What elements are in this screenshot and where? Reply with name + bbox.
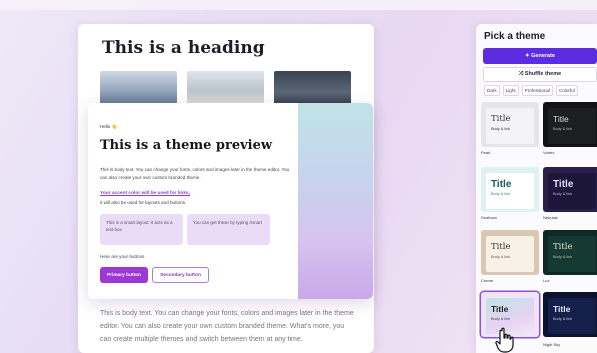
theme-tile-pearl[interactable]: Title Body & link [481, 102, 539, 147]
tile-title: Title [553, 242, 573, 252]
mountain-image [100, 71, 177, 107]
tile-subtitle: Body & link [491, 127, 510, 131]
theme-preview-card: Hello 👋 This is a theme preview This is … [88, 103, 373, 299]
smart-layout-box: You can get these by typing /smart [187, 214, 270, 245]
hello-text: Hello 👋 [100, 124, 118, 129]
theme-tile-night-sky[interactable]: Title Body & link [543, 292, 597, 337]
theme-label-creme: Creme [481, 278, 494, 283]
tab-colorful[interactable]: Colorful [555, 85, 578, 96]
tile-subtitle: Body & link [553, 127, 572, 131]
accent-link[interactable]: Your accent color will be used for links… [100, 191, 190, 196]
tile-subtitle: Body & link [491, 192, 510, 196]
secondary-button[interactable]: Secondary button [152, 267, 209, 283]
tile-subtitle: Body & link [553, 317, 572, 321]
theme-label-vortex: Vortex [543, 150, 555, 155]
tile-subtitle: Body & link [491, 255, 510, 259]
preview-heading: This is a heading [102, 38, 265, 58]
top-bar [0, 0, 597, 10]
hand-cursor-icon [495, 327, 514, 353]
buttons-note: Here are your buttons [100, 254, 145, 259]
theme-label-seafoam: Seafoam [481, 215, 498, 220]
theme-filter-tabs: Dark Light Professional Colorful [484, 85, 578, 96]
theme-tile-seafoam[interactable]: Title Body & link [481, 167, 539, 212]
landscape-image [187, 71, 264, 107]
primary-button[interactable]: Primary button [100, 267, 148, 283]
theme-picker-panel: Pick a theme ✦ Generate ⤮ Shuffle theme … [476, 24, 597, 353]
preview-body-text: This is body text. You can change your f… [100, 167, 290, 180]
theme-tile-vortex[interactable]: Title Body & link [543, 102, 597, 147]
shuffle-theme-button[interactable]: ⤮ Shuffle theme [483, 67, 597, 82]
tile-title: Title [553, 179, 574, 190]
tile-subtitle: Body & link [553, 255, 572, 259]
tile-title: Title [553, 114, 569, 124]
theme-label-pearl: Pearl [481, 150, 491, 155]
smart-layout-box: This is a smart layout: it acts as a tex… [100, 214, 183, 245]
tile-title: Title [491, 114, 511, 124]
tab-professional[interactable]: Professional [521, 85, 553, 96]
theme-label-night-sky: Night Sky [543, 342, 561, 347]
tab-light[interactable]: Light [502, 85, 519, 96]
preview-title: This is a theme preview [100, 138, 273, 153]
tile-title: Title [491, 242, 511, 252]
tile-title: Title [553, 304, 571, 314]
generate-button[interactable]: ✦ Generate [483, 48, 597, 64]
theme-label-lux: Lux [543, 278, 550, 283]
panel-title: Pick a theme [484, 31, 546, 42]
dark-landscape-image [274, 71, 351, 107]
theme-tile-lux[interactable]: Title Body & link [543, 230, 597, 275]
back-body-text: This is body text. You can change your f… [100, 310, 354, 343]
theme-label-nebulae: Nebulae [543, 215, 558, 220]
theme-tile-nebulae[interactable]: Title Body & link [543, 167, 597, 212]
preview-content: Hello 👋 This is a theme preview This is … [88, 103, 298, 299]
tab-dark[interactable]: Dark [484, 85, 500, 96]
accent-gradient-image [298, 103, 373, 299]
tile-title: Title [491, 304, 509, 314]
theme-tile-creme[interactable]: Title Body & link [481, 230, 539, 275]
tile-subtitle: Body & link [553, 192, 572, 196]
tile-title: Title [491, 179, 512, 190]
accent-note: it will also be used for layouts and but… [100, 200, 187, 205]
tile-subtitle: Body & link [491, 317, 510, 321]
